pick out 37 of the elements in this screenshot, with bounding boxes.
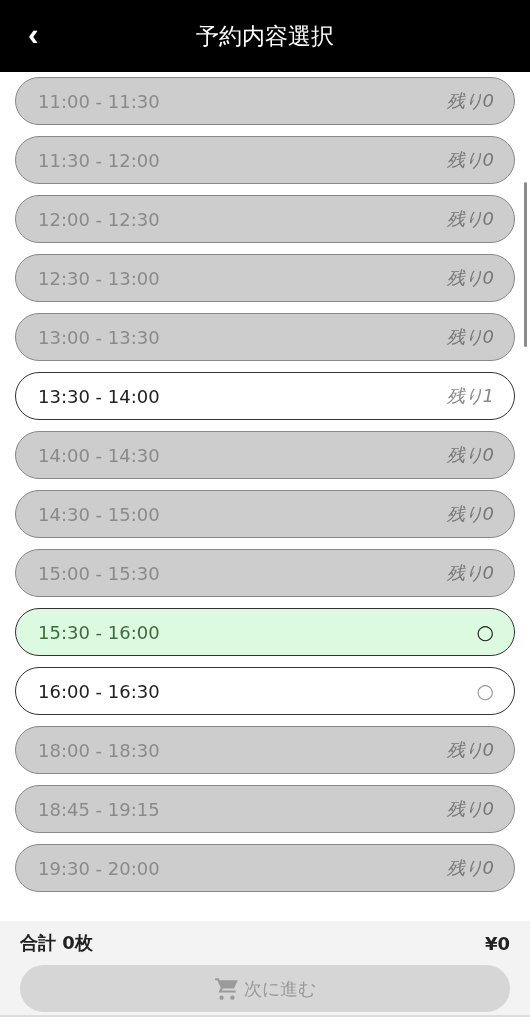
slot-time: 14:30 - 15:00 — [38, 503, 160, 525]
remaining-count: 残り0 — [446, 797, 494, 821]
remaining-count: 残り1 — [446, 384, 494, 408]
slot-time: 19:30 - 20:00 — [38, 857, 160, 879]
time-slot[interactable]: 13:30 - 14:00 残り1 — [15, 372, 515, 420]
total-price: ¥0 — [484, 932, 510, 954]
cart-icon — [214, 975, 240, 1002]
slot-time: 18:00 - 18:30 — [38, 739, 160, 761]
slot-time: 15:00 - 15:30 — [38, 562, 160, 584]
time-slot[interactable]: 15:30 - 16:00 ○ — [15, 608, 515, 656]
slot-time: 16:00 - 16:30 — [38, 680, 160, 702]
remaining-count: 残り0 — [446, 89, 494, 113]
remaining-count: 残り0 — [446, 738, 494, 762]
back-button[interactable]: ‹ — [24, 18, 43, 50]
remaining-count: 残り0 — [446, 443, 494, 467]
slot-time: 12:30 - 13:00 — [38, 267, 160, 289]
slot-time: 13:00 - 13:30 — [38, 326, 160, 348]
page-title: 予約内容選択 — [196, 21, 334, 51]
slot-time: 11:00 - 11:30 — [38, 90, 160, 112]
slot-time: 12:00 - 12:30 — [38, 208, 160, 230]
remaining-count: 残り0 — [446, 148, 494, 172]
remaining-count: 残り0 — [446, 207, 494, 231]
remaining-count: 残り0 — [446, 266, 494, 290]
remaining-count: 残り0 — [446, 325, 494, 349]
time-slot[interactable]: 16:00 - 16:30 ○ — [15, 667, 515, 715]
slot-time: 15:30 - 16:00 — [38, 621, 160, 643]
total-label: 合計 0枚 — [20, 931, 93, 955]
availability-mark: ○ — [476, 679, 494, 703]
slot-time: 14:00 - 14:30 — [38, 444, 160, 466]
slot-time: 18:45 - 19:15 — [38, 798, 160, 820]
remaining-count: 残り0 — [446, 561, 494, 585]
remaining-count: 残り0 — [446, 502, 494, 526]
scrollbar[interactable] — [524, 182, 527, 347]
availability-mark: ○ — [476, 620, 494, 644]
slot-time: 11:30 - 12:00 — [38, 149, 160, 171]
remaining-count: 残り0 — [446, 856, 494, 880]
slot-time: 13:30 - 14:00 — [38, 385, 160, 407]
